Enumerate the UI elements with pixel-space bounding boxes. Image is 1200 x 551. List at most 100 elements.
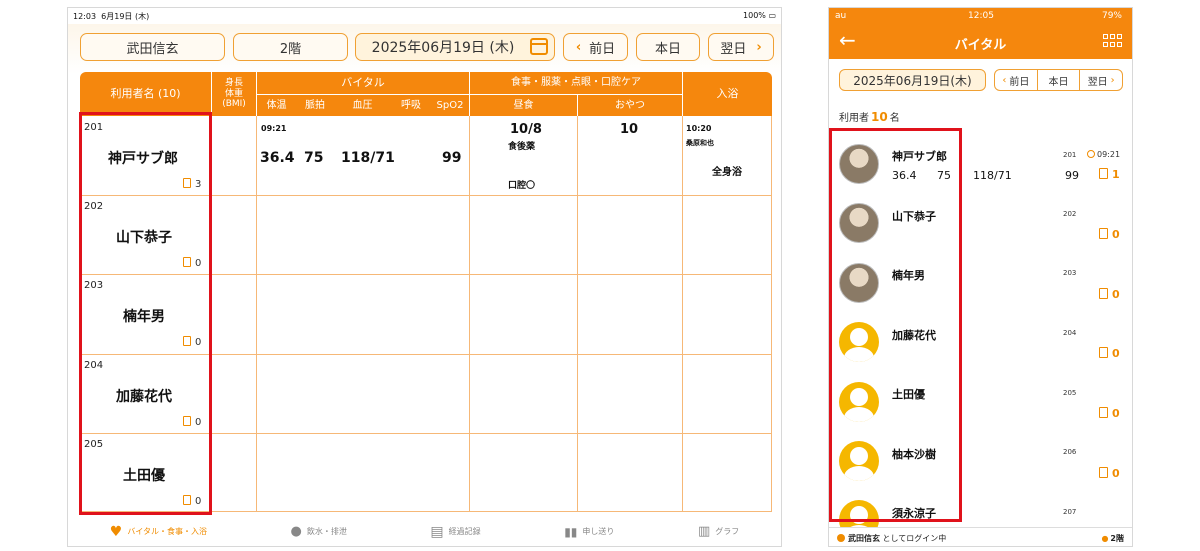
- notes-count-label: 0: [1112, 228, 1120, 241]
- battery-icon: ▭: [768, 11, 776, 20]
- patient-room: 207: [1063, 508, 1077, 516]
- bath-type-201[interactable]: 全身浴: [712, 163, 742, 178]
- notes-count-label: 0: [1112, 288, 1120, 301]
- nav-label: グラフ: [715, 527, 740, 536]
- user-count: 利用者 10 名: [839, 109, 900, 124]
- next-day-button[interactable]: 翌日 ›: [708, 33, 774, 61]
- notes-count[interactable]: 1: [1099, 168, 1120, 181]
- header-user: 利用者名 (10): [80, 72, 211, 116]
- nav-vital-meal-bath[interactable]: ♥ バイタル・食事・入浴: [110, 524, 207, 540]
- header-resp: 呼吸: [391, 95, 431, 116]
- header-bp: 血圧: [334, 95, 391, 116]
- snack-amount-201[interactable]: 10: [620, 122, 638, 137]
- chart-icon: ▥: [697, 524, 711, 539]
- heart-pulse-icon: ♥: [109, 523, 123, 540]
- login-footer: 武田信玄 としてログイン中 ● 2階: [829, 527, 1132, 546]
- staff-button[interactable]: 武田信玄: [80, 33, 225, 61]
- nav-label: 飲水・排泄: [306, 527, 347, 536]
- status-date: 6月19日 (木): [101, 12, 150, 21]
- water-drop-icon: ●: [290, 524, 302, 539]
- nav-label: 申し送り: [582, 527, 615, 536]
- header-height-weight: 身長 体重 (BMI): [212, 72, 256, 116]
- prev-day-label: 前日: [589, 41, 616, 57]
- notes-count[interactable]: 0: [1099, 288, 1120, 301]
- day-segment: ‹ 前日 本日 翌日 ›: [994, 69, 1123, 91]
- patient-room: 204: [1063, 329, 1077, 337]
- header-bath: 入浴: [683, 72, 772, 116]
- user-count-label: 利用者: [839, 113, 869, 124]
- bp-value: 118/71: [973, 169, 1012, 182]
- clipboard-icon: [1099, 407, 1108, 418]
- patient-room: 202: [1063, 210, 1077, 218]
- pulse-201[interactable]: 75: [304, 150, 323, 166]
- floor-button[interactable]: 2階: [233, 33, 348, 61]
- highlight-frame: [829, 128, 962, 522]
- clipboard-icon: [1099, 347, 1108, 358]
- clock-icon: [1087, 150, 1095, 158]
- prev-day-button[interactable]: ‹ 前日: [995, 70, 1038, 90]
- status-time: 12:05: [968, 11, 994, 21]
- spo2-201[interactable]: 99: [442, 150, 461, 166]
- chevron-left-icon: ‹: [575, 39, 582, 55]
- bp-201[interactable]: 118/71: [341, 150, 395, 166]
- next-day-label: 翌日: [720, 41, 747, 57]
- nav-label: 経過記録: [448, 527, 481, 536]
- prev-day-button[interactable]: ‹ 前日: [563, 33, 628, 61]
- notes-count[interactable]: 0: [1099, 407, 1120, 420]
- lunch-amount-201[interactable]: 10/8: [510, 122, 542, 137]
- clipboard-icon: [1099, 168, 1108, 179]
- iphone-screen: au 12:05 79% ← バイタル 2025年06月19日(木) ‹ 前日 本…: [828, 7, 1133, 547]
- header-vital: バイタル: [257, 72, 469, 94]
- lunch-med-201: 食後薬: [508, 142, 536, 152]
- vital-time: 09:21: [1087, 150, 1120, 159]
- people-icon: ▮▮: [564, 524, 578, 539]
- temp-201[interactable]: 36.4: [260, 150, 295, 166]
- bath-time-201: 10:20: [686, 124, 712, 133]
- chevron-left-icon: ‹: [1002, 74, 1007, 86]
- lunch-oral-201: 口腔〇: [508, 181, 536, 191]
- notes-count-label: 0: [1112, 467, 1120, 480]
- nav-progress-record[interactable]: ▤ 経過記録: [430, 524, 480, 540]
- today-button[interactable]: 本日: [1038, 70, 1081, 90]
- status-bar: 12:03 6月19日 (木) 100% ▭: [68, 8, 781, 24]
- person-icon: [837, 533, 845, 542]
- header-spo2: SpO2: [431, 95, 469, 116]
- nav-graph[interactable]: ▥ グラフ: [698, 524, 739, 539]
- prev-day-label: 前日: [1009, 76, 1030, 88]
- today-button[interactable]: 本日: [636, 33, 700, 61]
- patient-room: 205: [1063, 389, 1077, 397]
- page-title: バイタル: [954, 38, 1007, 53]
- nav-water-excretion[interactable]: ● 飲水・排泄: [291, 524, 347, 539]
- grid-menu-icon[interactable]: [1103, 34, 1123, 48]
- login-staff: 武田信玄: [848, 533, 880, 543]
- chevron-right-icon: ›: [756, 39, 762, 55]
- notes-count[interactable]: 0: [1099, 467, 1120, 480]
- date-label: 2025年06月19日 (木): [371, 40, 515, 56]
- ipad-screen: 12:03 6月19日 (木) 100% ▭ 武田信玄 2階 2025年06月1…: [67, 7, 782, 547]
- location-pin-icon: ●: [1101, 533, 1109, 543]
- calendar-icon: [530, 38, 548, 55]
- highlight-frame: [79, 112, 212, 515]
- header-lunch: 昼食: [470, 95, 577, 116]
- next-day-button[interactable]: 翌日 ›: [1080, 70, 1122, 90]
- carrier-label: au: [835, 11, 847, 21]
- vital-time-label: 09:21: [1097, 150, 1121, 159]
- clipboard-icon: [1099, 288, 1108, 299]
- notes-count[interactable]: 0: [1099, 228, 1120, 241]
- app-header: au 12:05 79% ← バイタル: [829, 8, 1132, 59]
- status-time: 12:03: [73, 12, 97, 21]
- date-picker[interactable]: 2025年06月19日(木): [839, 69, 986, 91]
- battery-label: 79%: [1101, 11, 1122, 21]
- date-picker[interactable]: 2025年06月19日 (木): [355, 33, 555, 61]
- patient-room: 206: [1063, 448, 1077, 456]
- notes-count[interactable]: 0: [1099, 347, 1120, 360]
- bath-staff-201: 桑原和也: [686, 139, 714, 147]
- clipboard-icon: [1099, 467, 1108, 478]
- clipboard-icon: [1099, 228, 1108, 239]
- notes-count-label: 0: [1112, 407, 1120, 420]
- nav-handover[interactable]: ▮▮ 申し送り: [564, 525, 614, 539]
- header-temp: 体温: [257, 95, 296, 116]
- clipboard-icon: ▤: [430, 523, 444, 540]
- battery-label: 100%: [743, 11, 766, 20]
- patient-room: 203: [1063, 269, 1077, 277]
